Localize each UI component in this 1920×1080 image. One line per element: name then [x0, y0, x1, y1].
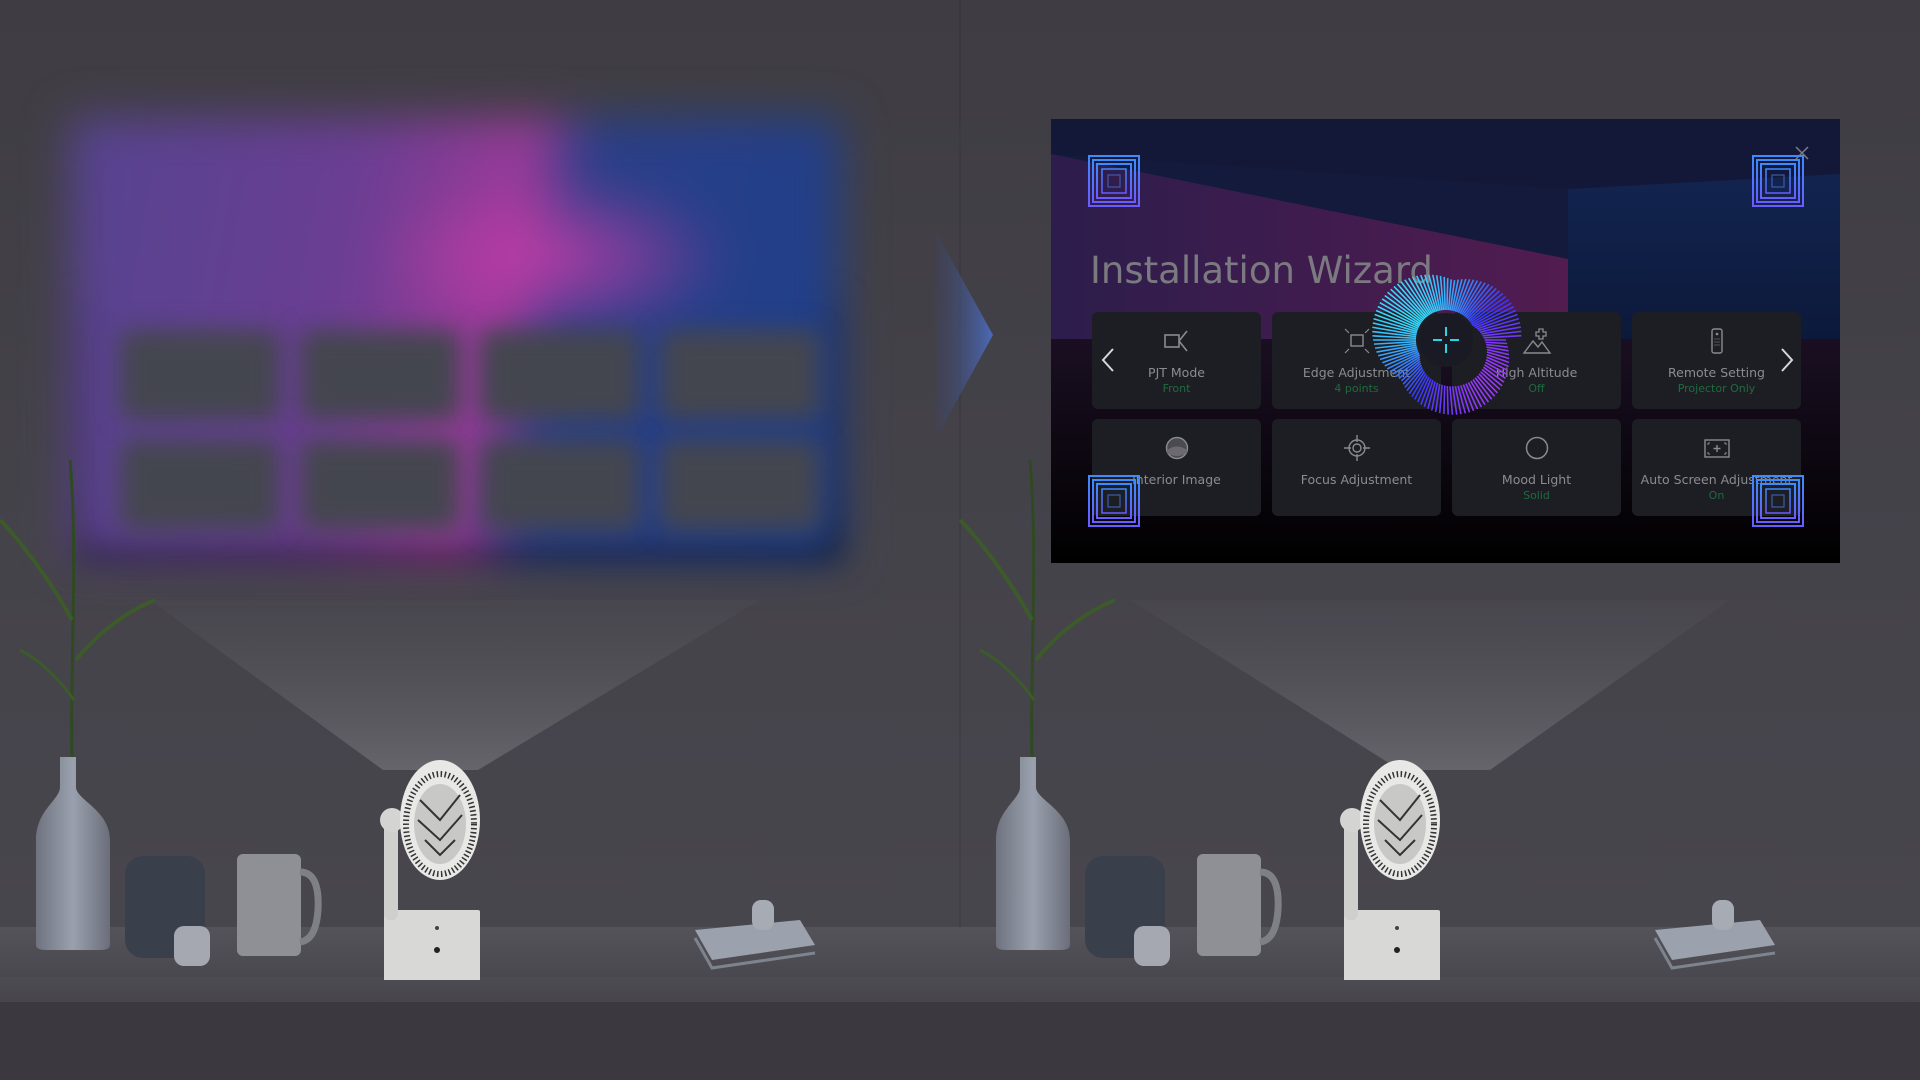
- transition-arrow-icon: [935, 230, 993, 440]
- remote-icon: [1710, 328, 1723, 354]
- tile-label: Remote Setting: [1668, 365, 1765, 380]
- blurred-tile: [660, 330, 820, 420]
- focus-ray: [1480, 371, 1501, 391]
- focus-ray: [1446, 278, 1449, 311]
- blurred-tile: [120, 330, 280, 420]
- tile-value: Front: [1162, 382, 1191, 395]
- focus-ray: [1478, 373, 1499, 394]
- focus-ray: [1483, 334, 1522, 339]
- focus-ray: [1438, 384, 1443, 414]
- focus-radial-overlay: [1372, 274, 1522, 415]
- shelf-front: [0, 977, 1920, 1002]
- floor: [0, 1002, 1920, 1080]
- focus-ray: [1449, 386, 1454, 415]
- chevron-left-icon[interactable]: [1098, 345, 1118, 375]
- focus-ray: [1446, 385, 1449, 415]
- blurred-tile: [300, 330, 460, 420]
- blurred-tile: [480, 330, 640, 420]
- chevron-right-icon[interactable]: [1777, 345, 1797, 375]
- corner-marker-top-right[interactable]: [1752, 155, 1804, 207]
- corner-marker-top-left[interactable]: [1088, 155, 1140, 207]
- tile-value: Projector Only: [1677, 382, 1756, 395]
- projector-mode-icon: [1163, 330, 1188, 352]
- tile-remote-setting[interactable]: Remote Setting Projector Only: [1632, 312, 1801, 409]
- focus-ray: [1476, 375, 1496, 397]
- left-scene-objects: [0, 460, 815, 980]
- focus-ray: [1443, 385, 1446, 414]
- scene-objects: [0, 420, 1920, 980]
- focus-ray: [1443, 276, 1446, 311]
- right-scene-objects: [960, 460, 1775, 980]
- focus-ray: [1485, 341, 1508, 345]
- focus-center-circle: [1419, 313, 1473, 367]
- mountain-icon: [1522, 328, 1551, 354]
